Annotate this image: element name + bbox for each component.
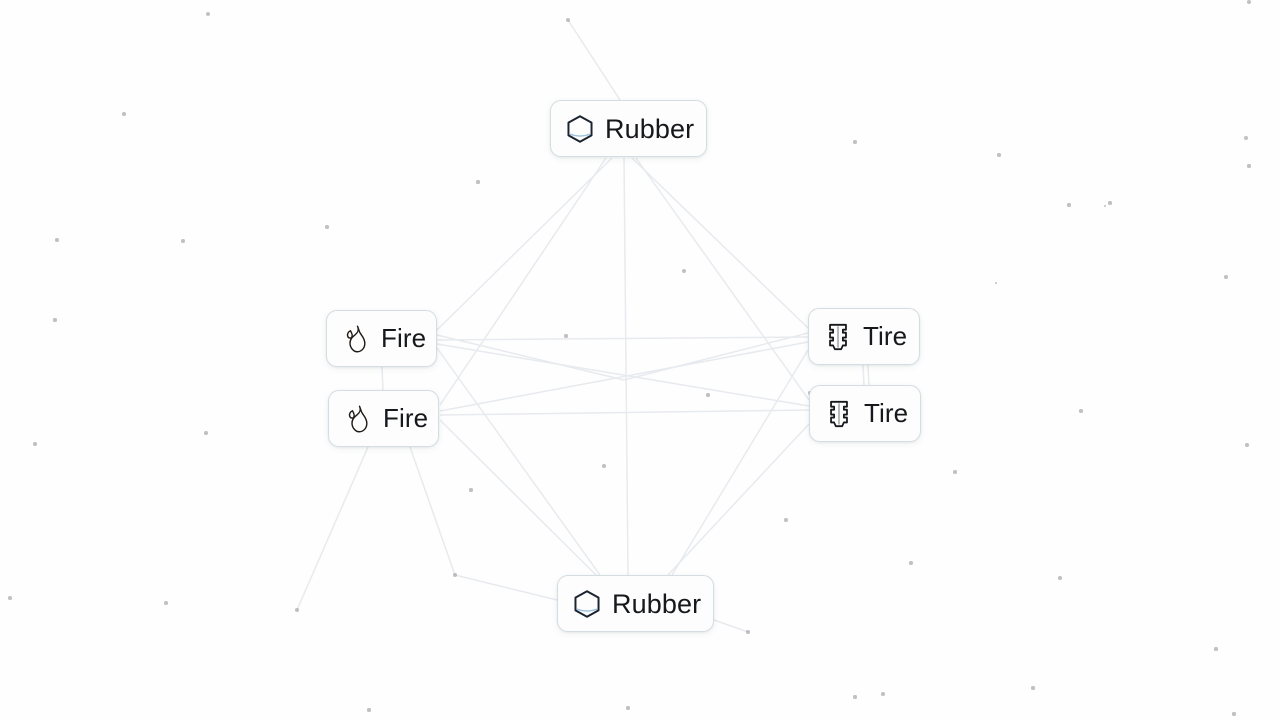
background-particle [33, 442, 37, 446]
background-particle [476, 180, 480, 184]
background-particle [564, 334, 568, 338]
graph-node-fire-lower[interactable]: Fire [328, 390, 439, 447]
background-particle [602, 464, 606, 468]
graph-edge [436, 334, 625, 381]
fire-flame-icon [341, 324, 371, 354]
background-particle [453, 573, 457, 577]
graph-edge [623, 332, 809, 381]
background-particle [853, 695, 857, 699]
graph-node-label: Rubber [612, 588, 702, 619]
background-particle [682, 269, 686, 273]
background-particle [1244, 136, 1248, 140]
background-particle [1103, 204, 1107, 208]
background-particle [1247, 0, 1251, 4]
graph-edge [436, 157, 613, 331]
graph-edge [439, 409, 810, 416]
graph-edge [381, 366, 384, 391]
graph-node-label: Fire [383, 403, 429, 433]
graph-node-label: Fire [381, 323, 427, 353]
background-particle [367, 708, 371, 712]
graph-edge [454, 574, 558, 601]
background-particle [1067, 203, 1071, 207]
background-particle [706, 393, 710, 397]
graph-edge [439, 419, 597, 576]
graph-edge [713, 619, 749, 633]
background-particle [1247, 164, 1251, 168]
graph-node-rubber-top[interactable]: Rubber [550, 100, 707, 157]
graph-node-label: Tire [864, 398, 909, 428]
background-particle [1214, 647, 1218, 651]
tire-tread-icon [824, 399, 854, 429]
background-particle [1079, 409, 1083, 413]
background-particle [565, 17, 571, 23]
background-particle [295, 608, 299, 612]
background-particle [8, 596, 12, 600]
rubber-gem-icon [572, 589, 602, 619]
background-particle [626, 706, 630, 710]
tire-tread-icon [823, 322, 853, 352]
background-particle [1058, 576, 1062, 580]
background-particle [164, 601, 168, 605]
rubber-gem-icon [565, 114, 595, 144]
graph-node-label: Rubber [605, 113, 695, 144]
background-particle [53, 318, 57, 322]
graph-edge [862, 364, 865, 386]
graph-edge [296, 446, 369, 611]
graph-node-tire-lower[interactable]: Tire [809, 385, 921, 442]
graph-edge [623, 157, 629, 576]
background-particle [1232, 712, 1236, 716]
graph-edge [631, 157, 809, 329]
graph-edge [671, 349, 809, 576]
graph-node-tire-upper[interactable]: Tire [808, 308, 920, 365]
graph-edge [867, 364, 870, 386]
background-particle [206, 12, 210, 16]
fire-flame-icon [343, 404, 373, 434]
background-particle [909, 561, 913, 565]
background-particle [997, 153, 1001, 157]
background-particle [953, 470, 957, 474]
graph-node-label: Tire [863, 321, 908, 351]
graph-edge [409, 446, 456, 576]
background-particle [994, 281, 998, 285]
graph-node-fire-upper[interactable]: Fire [326, 310, 437, 367]
background-particle [55, 238, 59, 242]
background-particle [1224, 275, 1228, 279]
background-particle [881, 692, 885, 696]
background-particle [1245, 443, 1249, 447]
background-particle [853, 140, 857, 144]
graph-edge [439, 157, 607, 406]
background-particle [469, 488, 473, 492]
graph-edge [436, 347, 601, 576]
background-particle [181, 239, 185, 243]
graph-node-rubber-bottom[interactable]: Rubber [557, 575, 714, 632]
background-particle [325, 225, 329, 229]
graph-canvas[interactable]: Rubber Fire Fire Tire Tire Rubber [0, 0, 1280, 720]
graph-edge [436, 336, 809, 341]
background-particle [784, 518, 788, 522]
graph-edge [667, 423, 810, 576]
background-particle [204, 431, 208, 435]
background-particle [746, 630, 750, 634]
graph-edge [635, 157, 810, 401]
background-particle [1031, 686, 1035, 690]
background-particle [1108, 201, 1112, 205]
background-particle [122, 112, 126, 116]
graph-edge [567, 19, 621, 101]
graph-edge [439, 341, 809, 412]
graph-edge [436, 343, 810, 407]
